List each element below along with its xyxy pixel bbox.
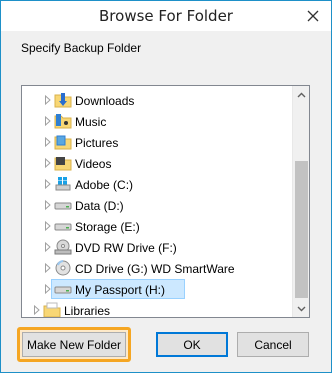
- pictures-folder-icon: [54, 133, 72, 151]
- folder-tree-item[interactable]: Pictures: [22, 132, 293, 153]
- folder-tree-item[interactable]: Downloads: [22, 90, 293, 111]
- folder-tree-item-label: DVD RW Drive (F:): [75, 241, 177, 255]
- folder-tree-item-label: Libraries: [64, 304, 111, 317]
- folder-tree-item-label: Music: [75, 115, 107, 129]
- expand-arrow-icon[interactable]: [43, 136, 53, 148]
- vertical-scrollbar[interactable]: [292, 86, 309, 317]
- folder-tree-item[interactable]: DVD RW Drive (F:): [22, 237, 293, 258]
- drive-icon: [54, 280, 72, 298]
- folder-tree-item[interactable]: My Passport (H:): [22, 279, 293, 300]
- close-icon: [307, 10, 319, 22]
- dialog-title: Browse For Folder: [99, 7, 233, 25]
- folder-tree-item-label: Pictures: [75, 136, 119, 150]
- folder-tree-item-label: Data (D:): [75, 199, 124, 213]
- videos-folder-icon: [54, 154, 72, 172]
- libraries-icon: [43, 301, 61, 317]
- title-bar: Browse For Folder: [1, 1, 331, 31]
- drive-icon: [54, 217, 72, 235]
- expand-arrow-icon[interactable]: [43, 220, 53, 232]
- drive-icon: [54, 196, 72, 214]
- folder-tree-item-label: CD Drive (G:) WD SmartWare: [75, 262, 235, 276]
- expand-arrow-icon[interactable]: [43, 94, 53, 106]
- folder-tree-item[interactable]: Music: [22, 111, 293, 132]
- expand-arrow-icon[interactable]: [43, 199, 53, 211]
- dvd-drive-icon: [54, 238, 72, 256]
- chevron-up-icon: [297, 92, 306, 97]
- folder-tree-item-label: Adobe (C:): [75, 178, 134, 192]
- folder-tree-item-label: Videos: [75, 157, 112, 171]
- expand-arrow-icon[interactable]: [43, 178, 53, 190]
- scrollbar-thumb[interactable]: [295, 161, 308, 298]
- expand-arrow-icon[interactable]: [43, 157, 53, 169]
- cancel-button[interactable]: Cancel: [237, 332, 309, 357]
- folder-tree-item[interactable]: Videos: [22, 153, 293, 174]
- expand-arrow-icon[interactable]: [43, 262, 53, 274]
- expand-arrow-icon[interactable]: [32, 304, 42, 316]
- folder-tree-item-label: Storage (E:): [75, 220, 140, 234]
- scroll-up-button[interactable]: [293, 86, 309, 103]
- folder-tree-item[interactable]: CD Drive (G:) WD SmartWare: [22, 258, 293, 279]
- chevron-down-icon: [297, 306, 306, 311]
- expand-arrow-icon[interactable]: [43, 283, 53, 295]
- music-folder-icon: [54, 112, 72, 130]
- cd-drive-icon: [54, 259, 72, 277]
- ok-button[interactable]: OK: [156, 332, 228, 357]
- downloads-folder-icon: [54, 91, 72, 109]
- folder-tree-item[interactable]: Libraries: [22, 300, 293, 317]
- browse-for-folder-dialog: Browse For Folder Specify Backup Folder …: [0, 0, 332, 373]
- scroll-down-button[interactable]: [293, 300, 309, 317]
- folder-tree-item[interactable]: Data (D:): [22, 195, 293, 216]
- close-button[interactable]: [303, 7, 323, 25]
- folder-tree-item-label: My Passport (H:): [75, 283, 166, 297]
- expand-arrow-icon[interactable]: [43, 115, 53, 127]
- windows-drive-icon: [54, 175, 72, 193]
- folder-tree-item-label: Downloads: [75, 94, 135, 108]
- folder-tree[interactable]: Downloads Music Pictures Videos Adobe (C:) Da…: [21, 85, 310, 318]
- folder-tree-list: Downloads Music Pictures Videos Adobe (C:) Da…: [22, 86, 293, 317]
- folder-tree-item[interactable]: Adobe (C:): [22, 174, 293, 195]
- make-new-folder-button[interactable]: Make New Folder: [22, 332, 126, 357]
- folder-tree-item[interactable]: Storage (E:): [22, 216, 293, 237]
- expand-arrow-icon[interactable]: [43, 241, 53, 253]
- prompt-label: Specify Backup Folder: [21, 41, 142, 55]
